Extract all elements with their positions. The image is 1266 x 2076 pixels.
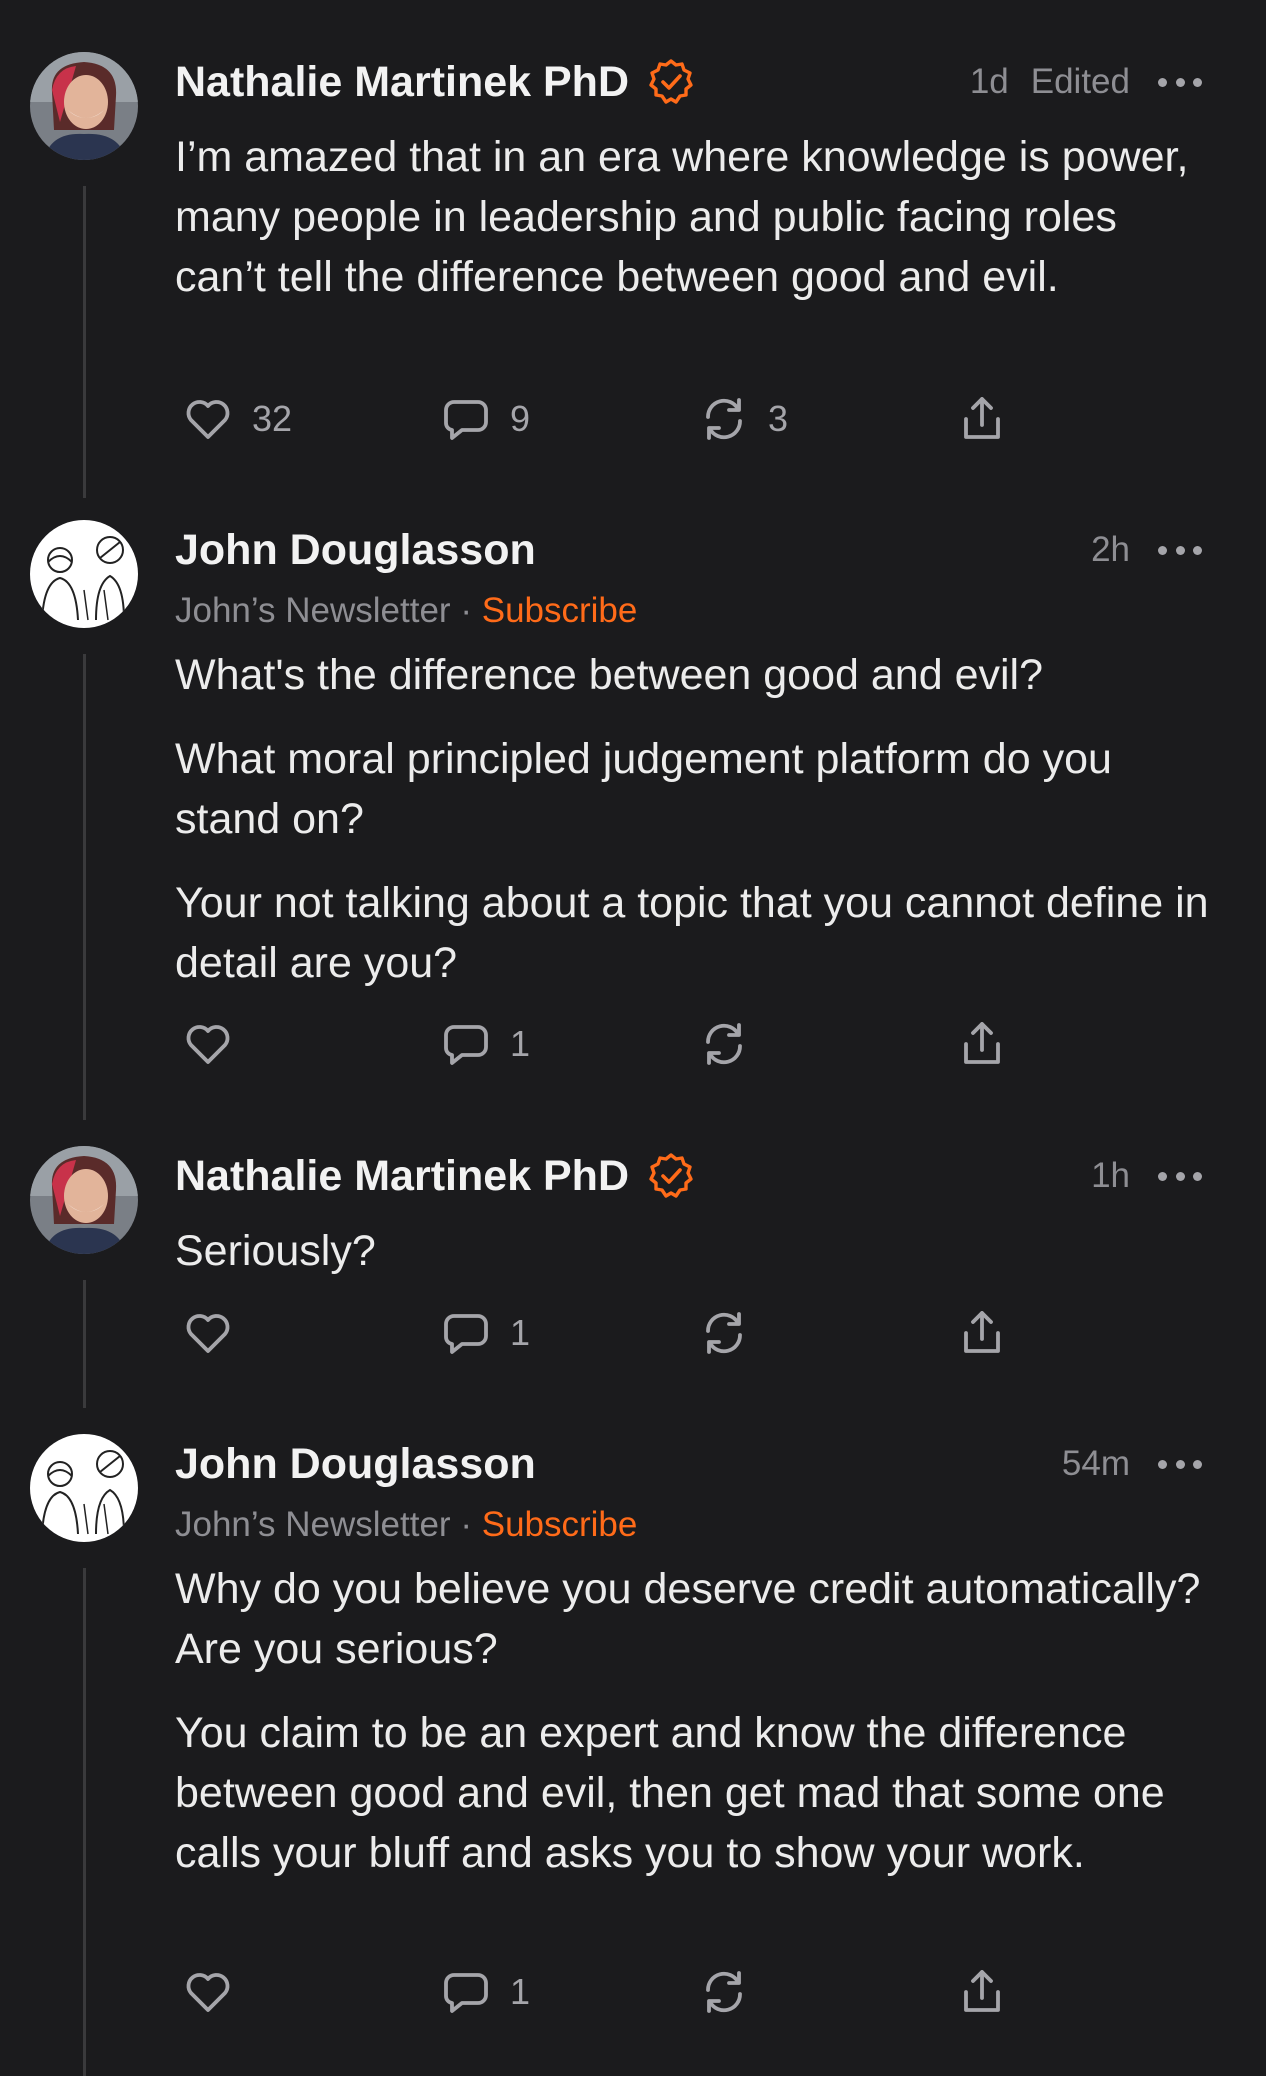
share-button[interactable] <box>956 1014 1008 1074</box>
like-button[interactable] <box>182 1014 252 1074</box>
reply-button[interactable]: 1 <box>440 1014 530 1074</box>
like-button[interactable] <box>182 1303 252 1363</box>
separator-dot: · <box>460 591 472 630</box>
comment-body: I’m amazed that in an era where knowledg… <box>175 127 1215 331</box>
thread-connector <box>83 1280 86 1408</box>
publication-name[interactable]: John’s Newsletter <box>175 591 451 630</box>
comment-body: Seriously? <box>175 1221 1215 1305</box>
timestamp: 1d <box>969 62 1009 101</box>
reply-button[interactable]: 9 <box>440 389 530 449</box>
comment-header: John Douglasson 54m <box>175 1434 1202 1494</box>
comment-header: John Douglasson 2h <box>175 520 1202 580</box>
comment-paragraph: What moral principled judgement platform… <box>175 735 1112 843</box>
thread-connector <box>83 186 86 498</box>
comment-bubble-icon <box>444 1973 488 2013</box>
comment-actions: 1 <box>182 1303 1042 1363</box>
reply-count: 1 <box>510 1971 531 2012</box>
share-upload-icon <box>964 1022 1000 1064</box>
comment-paragraph: I’m amazed that in an era where knowledg… <box>175 133 1189 301</box>
thread-connector <box>83 1568 86 2076</box>
thread-connector <box>83 654 86 1120</box>
reply-count: 1 <box>510 1312 531 1353</box>
comment-thread: Nathalie Martinek PhD 1d Edited I’m amaz… <box>0 0 1266 2076</box>
author-name[interactable]: John Douglasson <box>175 526 536 575</box>
share-button[interactable] <box>956 1962 1008 2022</box>
more-dots-icon[interactable] <box>1158 1170 1202 1182</box>
comment-body: Why do you believe you deserve credit au… <box>175 1559 1215 1907</box>
heart-icon <box>186 1025 230 1064</box>
publication-line: John’s Newsletter · Subscribe <box>175 1505 637 1545</box>
like-button[interactable]: 32 <box>182 389 292 449</box>
comment-paragraph: You claim to be an expert and know the d… <box>175 1709 1165 1877</box>
timestamp: 2h <box>1091 530 1130 569</box>
restack-button[interactable] <box>698 1962 768 2022</box>
restack-arrows-icon <box>706 398 742 440</box>
comment-paragraph: Why do you believe you deserve credit au… <box>175 1565 1201 1673</box>
verified-check-icon <box>649 59 693 104</box>
comment-actions: 1 <box>182 1014 1042 1074</box>
heart-icon <box>186 1973 230 2012</box>
avatar-nathalie[interactable] <box>30 52 138 160</box>
reply-count: 9 <box>510 398 531 439</box>
comment-paragraph: Your not talking about a topic that you … <box>175 879 1209 987</box>
subscribe-link[interactable]: Subscribe <box>482 1505 638 1544</box>
comment-paragraph: What's the difference between good and e… <box>175 651 1043 699</box>
comment-bubble-icon <box>444 1314 488 1354</box>
more-dots-icon[interactable] <box>1158 544 1202 556</box>
heart-icon <box>186 1314 230 1353</box>
verified-check-icon <box>649 1153 693 1198</box>
more-dots-icon[interactable] <box>1158 76 1202 88</box>
restack-count: 3 <box>768 398 789 439</box>
restack-arrows-icon <box>706 1312 742 1354</box>
publication-name[interactable]: John’s Newsletter <box>175 1505 451 1544</box>
share-upload-icon <box>964 1311 1000 1353</box>
reply-button[interactable]: 1 <box>440 1303 530 1363</box>
timestamp: 54m <box>1061 1444 1130 1483</box>
restack-button[interactable] <box>698 1014 768 1074</box>
subscribe-link[interactable]: Subscribe <box>482 591 638 630</box>
restack-arrows-icon <box>706 1023 742 1065</box>
avatar-john[interactable] <box>30 1434 138 1542</box>
separator-dot: · <box>460 1505 472 1544</box>
comment-bubble-icon <box>444 1025 488 1065</box>
share-upload-icon <box>964 397 1000 439</box>
comment-paragraph: Seriously? <box>175 1227 376 1275</box>
reply-count: 1 <box>510 1023 531 1064</box>
comment-header: Nathalie Martinek PhD 1h <box>175 1146 1202 1206</box>
comment-actions: 32 9 3 <box>182 389 1042 449</box>
timestamp: 1h <box>1091 1156 1130 1195</box>
heart-icon <box>186 400 230 439</box>
comment-actions: 1 <box>182 1962 1042 2022</box>
more-dots-icon[interactable] <box>1158 1458 1202 1470</box>
restack-arrows-icon <box>706 1971 742 2013</box>
like-button[interactable] <box>182 1962 252 2022</box>
comment-header: Nathalie Martinek PhD 1d Edited <box>175 52 1202 112</box>
avatar-nathalie[interactable] <box>30 1146 138 1254</box>
avatar-john[interactable] <box>30 520 138 628</box>
comment-body: What's the difference between good and e… <box>175 645 1215 1017</box>
author-name[interactable]: Nathalie Martinek PhD <box>175 58 629 107</box>
author-name[interactable]: John Douglasson <box>175 1440 536 1489</box>
edited-label: Edited <box>1030 62 1130 101</box>
share-upload-icon <box>964 1970 1000 2012</box>
publication-line: John’s Newsletter · Subscribe <box>175 591 637 631</box>
reply-button[interactable]: 1 <box>440 1962 530 2022</box>
author-name[interactable]: Nathalie Martinek PhD <box>175 1152 629 1201</box>
share-button[interactable] <box>956 1303 1008 1363</box>
restack-button[interactable]: 3 <box>698 389 788 449</box>
restack-button[interactable] <box>698 1303 768 1363</box>
share-button[interactable] <box>956 389 1008 449</box>
comment-bubble-icon <box>444 400 488 440</box>
like-count: 32 <box>252 398 293 439</box>
